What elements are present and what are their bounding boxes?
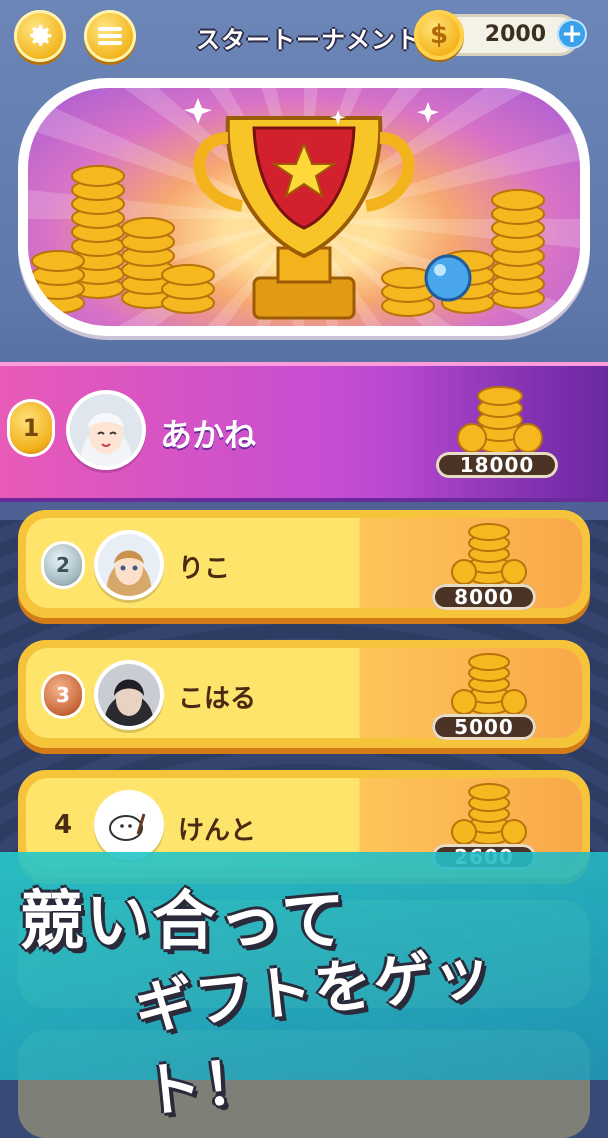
- page-title: スタートーナメント: [196, 26, 421, 54]
- photo-avatar-icon: [98, 664, 160, 726]
- rank-number: 1: [22, 414, 40, 442]
- leaderboard-row-3[interactable]: 3 こはる 5000: [18, 640, 590, 748]
- avatar: [98, 664, 160, 726]
- add-coins-button[interactable]: +: [557, 19, 587, 49]
- rank-number: 4: [54, 810, 73, 840]
- gear-icon: [30, 24, 52, 46]
- anime-girl-avatar-icon: [70, 394, 142, 466]
- leaderboard-row-2[interactable]: 2 りこ 8000: [18, 510, 590, 618]
- menu-button[interactable]: [84, 10, 136, 62]
- trophy-illustration: [31, 98, 545, 320]
- player-name: こはる: [178, 684, 257, 714]
- score-badge: 18000: [436, 452, 558, 478]
- avatar: [70, 394, 142, 466]
- gold-medal-icon: 1: [10, 402, 52, 454]
- bird-avatar-icon: [98, 794, 160, 856]
- settings-button[interactable]: [14, 10, 66, 62]
- avatar: [98, 794, 160, 856]
- trophy-banner: [18, 78, 590, 336]
- menu-icon: [98, 27, 122, 45]
- coin-balance: 2000: [484, 22, 546, 47]
- coin-pile-icon: [451, 783, 527, 845]
- rank-number: 3: [56, 683, 70, 707]
- rank-number: 2: [56, 553, 70, 577]
- player-name: あかね: [160, 416, 257, 454]
- coin-pile-icon: [457, 386, 543, 454]
- silver-medal-icon: 2: [44, 544, 82, 586]
- anime-girl-avatar-icon: [98, 534, 160, 596]
- player-name: りこ: [178, 554, 231, 584]
- coin-icon: $: [414, 10, 464, 60]
- coin-pile-icon: [451, 523, 527, 585]
- score-badge: 5000: [432, 714, 536, 740]
- score-badge: 8000: [432, 584, 536, 610]
- avatar: [98, 534, 160, 596]
- coin-pile-icon: [451, 653, 527, 715]
- leaderboard-row-1[interactable]: 1 あかね 18000: [0, 362, 608, 502]
- bronze-medal-icon: 3: [44, 674, 82, 716]
- player-name: けんと: [178, 816, 257, 846]
